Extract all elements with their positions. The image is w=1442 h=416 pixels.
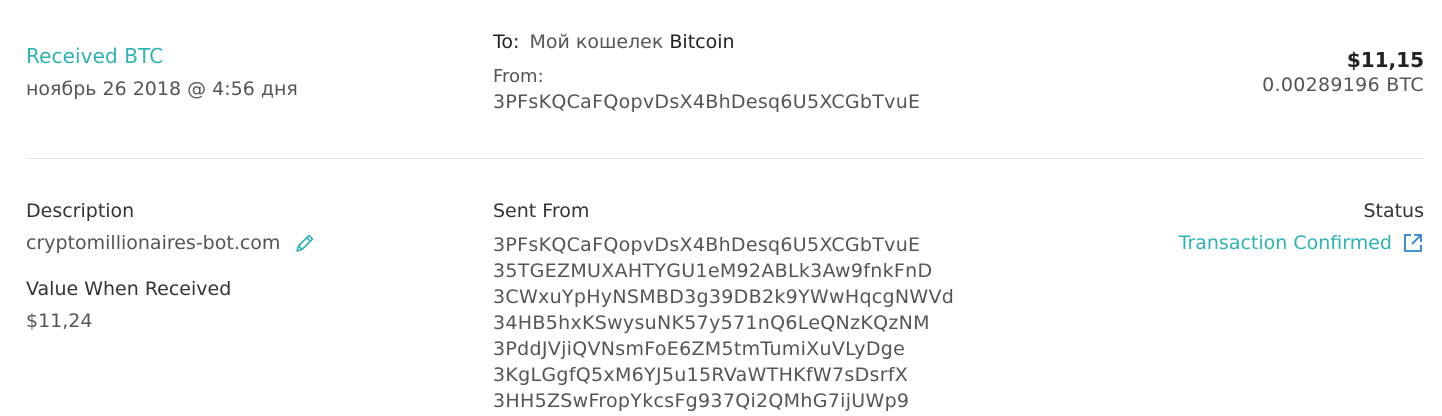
transaction-amount-column: $11,15 0.00289196 BTC [1262, 48, 1424, 96]
amount-btc: 0.00289196 BTC [1262, 74, 1424, 96]
transaction-type-column: Received BTC ноябрь 26 2018 @ 4:56 дня [26, 44, 298, 100]
status-column: Status Transaction Confirmed [1179, 200, 1424, 254]
value-when-received: $11,24 [26, 310, 93, 332]
to-line: To: Мой кошелек Bitcoin [493, 31, 920, 53]
transaction-summary[interactable]: Received BTC ноябрь 26 2018 @ 4:56 дня T… [26, 0, 1424, 158]
sent-from-address: 35TGEZMUXAHTYGU1eM92ABLk3Aw9fnkFnD [493, 260, 933, 282]
sent-from-address: 3KgLGgfQ5xM6YJ5u15RVaWTHKfW7sDsrfX [493, 364, 909, 386]
from-address: 3PFsKQCaFQopvDsX4BhDesq6U5XCGbTvuE [493, 91, 921, 113]
sent-from-address: 3PFsKQCaFQopvDsX4BhDesq6U5XCGbTvuE [493, 234, 921, 256]
sent-from-address: 34HB5hxKSwysuNK57y571nQ6LeQNzKQzNM [493, 312, 930, 334]
external-link-icon[interactable] [1402, 232, 1424, 254]
sent-from-address: 3HH5ZSwFropYkcsFg937Qi2QMhG7ijUWp9 [493, 390, 910, 412]
status-label: Status [1363, 200, 1424, 222]
value-when-received-label: Value When Received [26, 278, 232, 300]
sent-from-address: 3PddJVjiQVNsmFoE6ZM5tmTumiXuVLyDge [493, 338, 906, 360]
transaction-confirmed-link[interactable]: Transaction Confirmed [1179, 232, 1424, 254]
description-label: Description [26, 200, 135, 222]
pencil-icon[interactable] [294, 232, 316, 254]
sent-from-address: 3CWxuYpHyNSMBD3g39DB2k9YWwHqcgNWVd [493, 286, 955, 308]
amount-usd: $11,15 [1346, 48, 1424, 72]
from-label: From: [493, 66, 544, 87]
description-column: Description cryptomillionaires-bot.com V… [26, 200, 316, 332]
transaction-parties-column: To: Мой кошелек Bitcoin From: 3PFsKQCaFQ… [493, 31, 920, 113]
sent-from-column: Sent From 3PFsKQCaFQopvDsX4BhDesq6U5XCGb… [493, 200, 954, 414]
to-wallet-name: Мой кошелек [529, 31, 664, 53]
description-row: cryptomillionaires-bot.com [26, 232, 316, 254]
divider [26, 158, 1424, 159]
sent-from-address-list: 3PFsKQCaFQopvDsX4BhDesq6U5XCGbTvuE 35TGE… [493, 232, 954, 414]
transaction-details: Description cryptomillionaires-bot.com V… [26, 200, 1424, 416]
to-label: To: [493, 31, 520, 53]
to-coin-name: Bitcoin [669, 31, 735, 53]
transaction-date: ноябрь 26 2018 @ 4:56 дня [26, 78, 298, 100]
status-value[interactable]: Transaction Confirmed [1179, 232, 1392, 254]
sent-from-label: Sent From [493, 200, 590, 222]
description-value: cryptomillionaires-bot.com [26, 232, 281, 254]
transaction-type-label: Received BTC [26, 44, 164, 68]
